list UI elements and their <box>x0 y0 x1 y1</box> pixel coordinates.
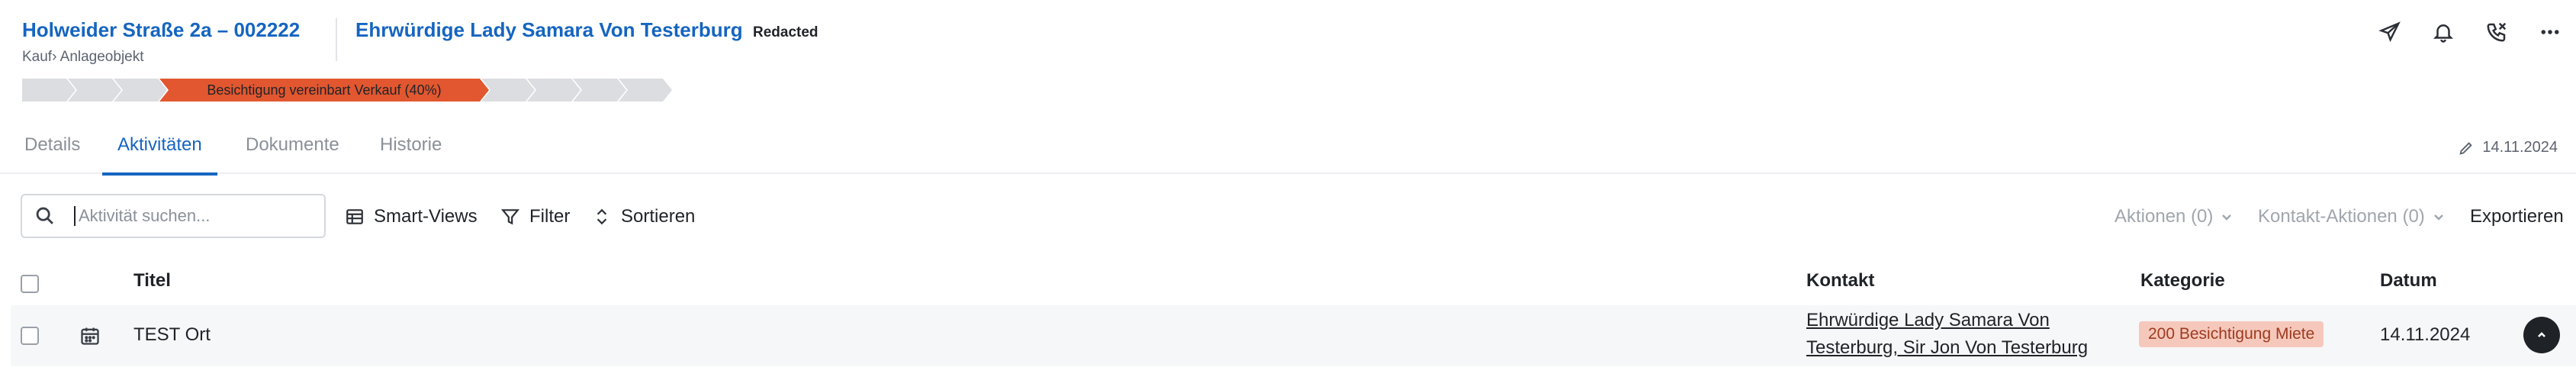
more-icon <box>2541 30 2559 34</box>
contact-title[interactable]: Ehrwürdige Lady Samara Von Testerburg <box>355 18 743 42</box>
export-button[interactable]: Exportieren <box>2470 201 2564 232</box>
contact-actions-dropdown[interactable]: Kontakt-Aktionen (0) <box>2258 201 2445 232</box>
activities-toolbar: Smart-Views Filter Sortieren Aktionen (0… <box>0 191 2576 244</box>
stage-active-label: Besichtigung vereinbart Verkauf (40%) <box>207 82 442 98</box>
row-action-button[interactable] <box>2523 317 2560 353</box>
row-title[interactable]: TEST Ort <box>133 324 211 346</box>
smart-views-button[interactable]: Smart-Views <box>345 201 478 232</box>
search-box <box>21 194 326 238</box>
chevron-down-icon <box>2222 214 2232 221</box>
record-header: Holweider Straße 2a – 002222 Kauf› Anlag… <box>0 0 2576 67</box>
send-button[interactable] <box>2375 17 2405 47</box>
table-icon <box>346 209 363 224</box>
category-badge: 200 Besichtigung Miete <box>2139 321 2324 347</box>
bell-icon <box>2433 24 2454 43</box>
actions-label: Aktionen (0) <box>2115 206 2214 227</box>
row-contact[interactable]: Ehrwürdige Lady Samara Von Testerburg, S… <box>1806 307 2088 362</box>
row-checkbox[interactable] <box>21 327 39 345</box>
last-edited[interactable]: 14.11.2024 <box>2458 139 2558 156</box>
call-button[interactable] <box>2481 17 2512 47</box>
tab-activities[interactable]: Aktivitäten <box>102 131 217 176</box>
chevron-up-icon <box>2538 332 2545 337</box>
property-title[interactable]: Holweider Straße 2a – 002222 <box>22 18 300 42</box>
search-input[interactable] <box>74 206 303 226</box>
notifications-button[interactable] <box>2428 17 2459 47</box>
row-date: 14.11.2024 <box>2380 324 2471 345</box>
pencil-icon <box>2459 141 2473 155</box>
header-divider <box>336 18 337 61</box>
column-date[interactable]: Datum <box>2380 270 2437 292</box>
last-edited-date: 14.11.2024 <box>2482 139 2558 156</box>
row-contact-line1[interactable]: Ehrwürdige Lady Samara Von <box>1806 307 2088 334</box>
chevron-down-icon <box>2433 214 2443 221</box>
stage-step-active[interactable]: Besichtigung vereinbart Verkauf (40%) <box>159 79 489 102</box>
contact-tag: Redacted <box>753 24 818 40</box>
column-title[interactable]: Titel <box>133 270 171 292</box>
sort-button[interactable]: Sortieren <box>592 201 695 232</box>
phone-icon <box>2487 22 2507 42</box>
tab-history[interactable]: Historie <box>380 131 442 174</box>
select-all-checkbox[interactable] <box>21 275 39 293</box>
column-category[interactable]: Kategorie <box>2140 270 2225 292</box>
table-row[interactable]: TEST Ort Ehrwürdige Lady Samara Von Test… <box>11 305 2576 366</box>
export-label: Exportieren <box>2470 206 2564 227</box>
row-contact-line2[interactable]: Testerburg, Sir Jon Von Testerburg <box>1806 334 2088 362</box>
actions-dropdown[interactable]: Aktionen (0) <box>2115 201 2233 232</box>
smart-views-label: Smart-Views <box>374 206 478 227</box>
sort-icon <box>597 208 607 225</box>
property-subtitle: Kauf› Anlageobjekt <box>22 49 144 65</box>
filter-icon <box>500 209 520 225</box>
more-button[interactable] <box>2535 17 2565 47</box>
tab-details[interactable]: Details <box>24 131 80 174</box>
tab-bar: Details Aktivitäten Dokumente Historie 1… <box>0 122 2576 176</box>
calendar-icon <box>79 325 101 346</box>
table-header: Titel Kontakt Kategorie Datum <box>0 258 2576 305</box>
send-icon <box>2378 21 2401 43</box>
column-contact[interactable]: Kontakt <box>1806 270 1874 292</box>
stage-step[interactable] <box>619 79 672 102</box>
search-icon <box>36 207 53 224</box>
filter-button[interactable]: Filter <box>500 201 570 232</box>
header-actions <box>2375 17 2565 47</box>
tab-documents[interactable]: Dokumente <box>246 131 339 174</box>
sort-label: Sortieren <box>621 206 696 227</box>
filter-label: Filter <box>529 206 571 227</box>
contact-actions-label: Kontakt-Aktionen (0) <box>2258 206 2425 227</box>
